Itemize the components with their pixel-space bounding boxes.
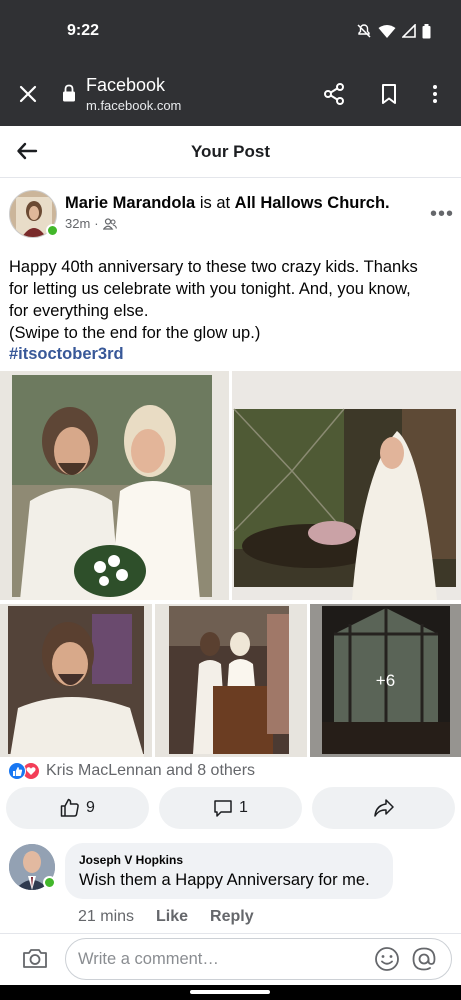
reactions-summary[interactable]: Kris MacLennan and 8 others [8,760,255,782]
comment-text: Wish them a Happy Anniversary for me. [79,871,370,889]
post-text-line: Happy 40th anniversary to these two craz… [9,258,418,276]
camera-icon[interactable] [22,946,48,970]
like-count: 9 [86,799,95,816]
share-arrow-icon [373,799,394,817]
like-reaction-icon [8,762,26,780]
comment-author[interactable]: Joseph V Hopkins [79,853,183,867]
comment-icon [214,800,232,817]
post-text-line: for letting us celebrate with you tonigh… [9,280,411,298]
emoji-icon[interactable] [374,946,400,972]
photo-church-interior[interactable]: +6 [310,604,461,757]
location-connector: is at [199,194,231,212]
photo-bride-signing[interactable] [232,371,461,600]
comment-actions: 21 mins Like Reply [78,908,254,926]
online-status-dot [46,224,59,237]
mention-icon[interactable] [411,946,437,972]
browser-toolbar: Facebook m.facebook.com [0,62,461,126]
close-icon[interactable] [16,82,40,106]
more-photos-count: +6 [375,670,396,690]
post-options-icon[interactable]: ••• [430,203,454,226]
share-icon[interactable] [322,82,346,106]
battery-icon [422,23,431,38]
page-header: Your Post [0,126,461,178]
site-url[interactable]: m.facebook.com [86,98,181,113]
like-icon [60,798,79,817]
like-button[interactable]: 9 [6,787,149,829]
status-time: 9:22 [67,22,100,39]
post-body: Happy 40th anniversary to these two craz… [9,256,449,344]
wifi-icon [378,24,396,38]
comment-reply-link[interactable]: Reply [210,908,254,926]
comment-count: 1 [239,799,248,816]
photo-wedding-couple[interactable] [0,371,229,600]
post-text-line: (Swipe to the end for the glow up.) [9,324,261,342]
lock-icon [63,84,75,102]
reactors-text: Kris MacLennan and 8 others [46,762,256,779]
comment-like-link[interactable]: Like [156,908,188,926]
meta-separator: · [94,216,99,231]
post-time[interactable]: 32m [65,216,90,231]
comment-composer [0,933,461,985]
hashtag-link[interactable]: #itsoctober3rd [9,345,124,364]
commenter-online-dot [43,876,56,889]
post-location[interactable]: All Hallows Church. [235,194,390,212]
photo-groom-portrait[interactable] [0,604,152,757]
signal-icon [402,24,416,38]
share-post-button[interactable] [312,787,455,829]
home-gesture-handle[interactable] [190,990,270,994]
status-bar: 9:22 [0,0,461,62]
comment-button[interactable]: 1 [159,787,302,829]
photo-altar-ceremony[interactable] [155,604,307,757]
bookmark-icon[interactable] [377,82,401,106]
friends-icon [102,217,117,230]
comment-bubble: Joseph V Hopkins Wish them a Happy Anniv… [65,843,393,899]
post-author-line: Marie Marandola is at All Hallows Church… [65,194,390,213]
post-meta: 32m · [65,216,117,231]
comment-time[interactable]: 21 mins [78,908,134,926]
post-author-name[interactable]: Marie Marandola [65,194,195,212]
more-photos-overlay[interactable]: +6 [310,604,461,757]
mute-icon [357,24,371,38]
post-text-line: for everything else. [9,302,149,320]
site-title: Facebook [86,75,166,95]
more-vert-icon[interactable] [423,82,447,106]
status-icons [356,23,431,39]
page-title: Your Post [190,142,271,161]
